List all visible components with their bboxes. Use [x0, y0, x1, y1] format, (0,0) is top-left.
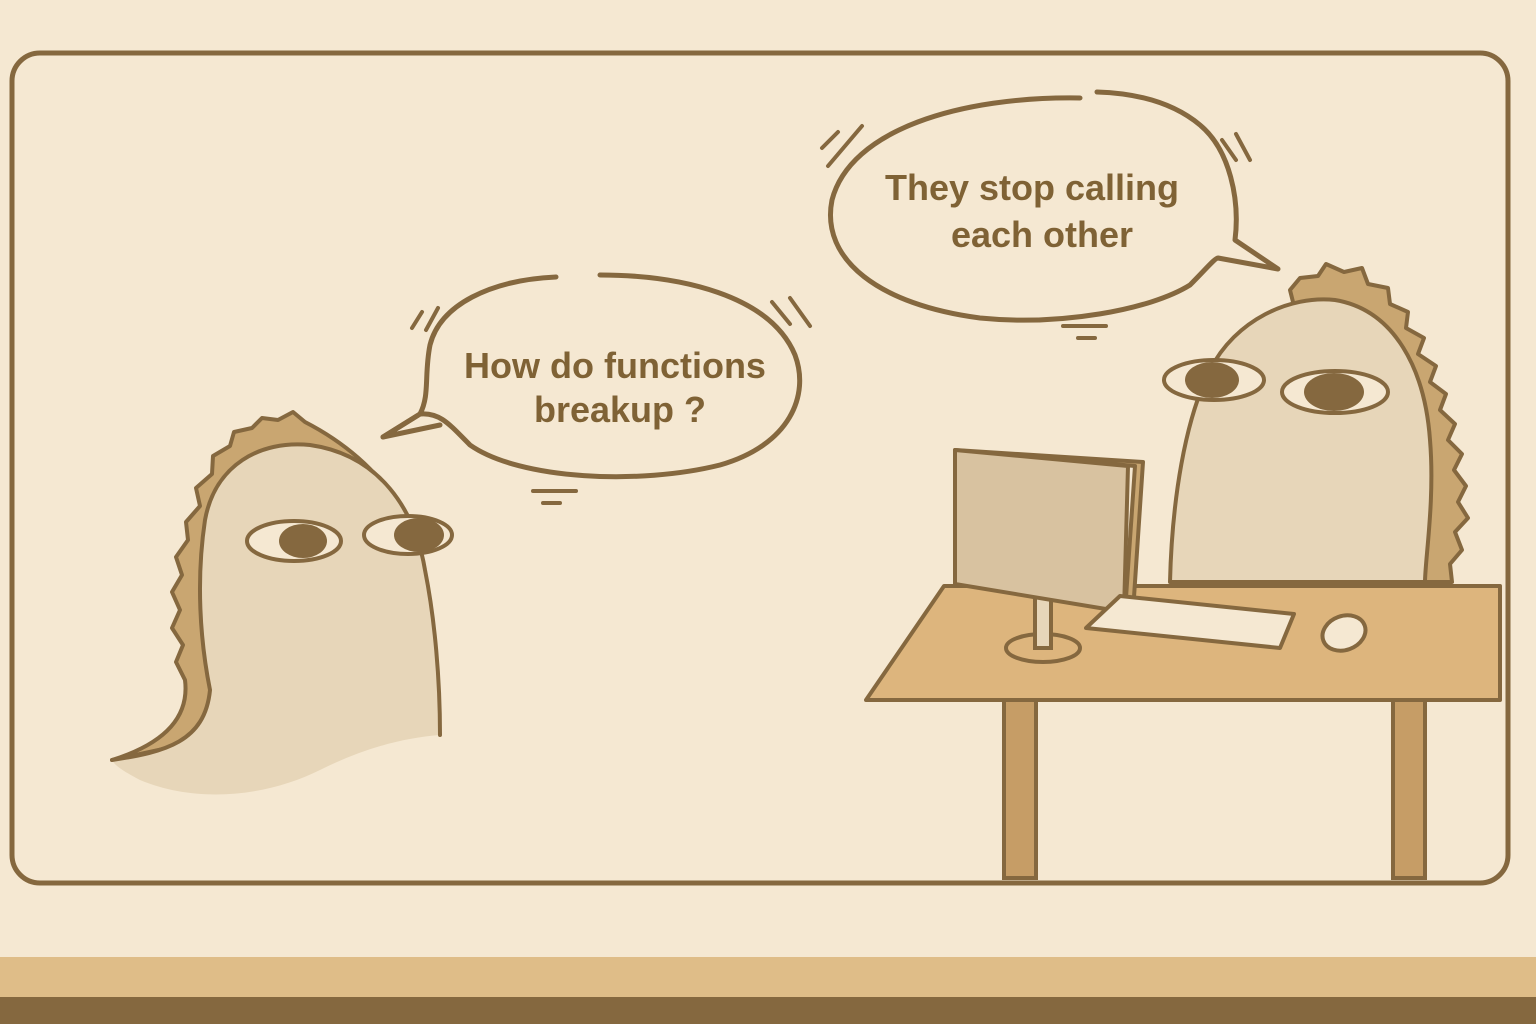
- right-creature-pupil-left: [1185, 362, 1239, 398]
- desk-leg-right: [1391, 696, 1427, 880]
- floor-strip-light: [0, 957, 1536, 997]
- left-bubble-line1: How do functions: [464, 345, 766, 386]
- monitor-screen: [953, 448, 1130, 614]
- right-bubble-line2: each other: [951, 214, 1133, 255]
- left-creature-pupil-left: [279, 524, 327, 558]
- desk-leg-left: [1002, 696, 1038, 880]
- right-bubble-line1: They stop calling: [885, 167, 1179, 208]
- left-creature-pupil-right: [394, 518, 444, 552]
- right-creature-pupil-right: [1304, 373, 1364, 411]
- floor-strip-dark: [0, 997, 1536, 1024]
- left-bubble-line2: breakup ?: [534, 389, 706, 430]
- comic-scene: How do functions breakup ? They stop cal…: [0, 0, 1536, 1024]
